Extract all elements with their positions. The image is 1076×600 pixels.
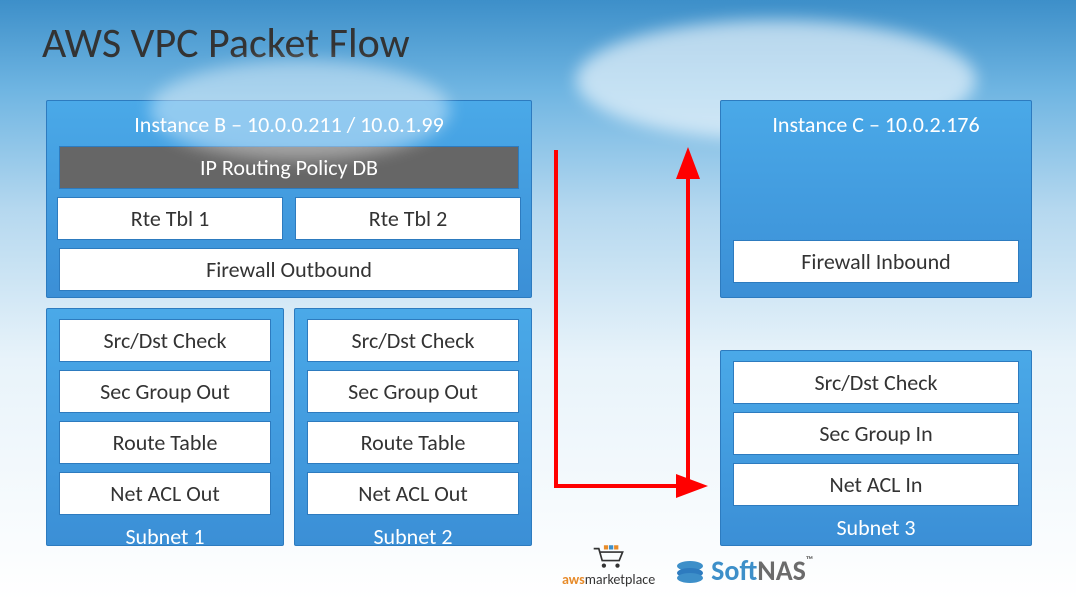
rte-tbl-1: Rte Tbl 1	[57, 197, 283, 240]
subnet1-src-dst-check: Src/Dst Check	[59, 319, 271, 362]
subnet-2-box: Src/Dst Check Sec Group Out Route Table …	[294, 308, 532, 546]
subnet3-net-acl-in: Net ACL In	[733, 463, 1019, 506]
subnet3-sec-group-in: Sec Group In	[733, 412, 1019, 455]
subnet-1-label: Subnet 1	[125, 519, 204, 550]
subnet1-net-acl-out: Net ACL Out	[59, 472, 271, 515]
subnet-1-box: Src/Dst Check Sec Group Out Route Table …	[46, 308, 284, 546]
instance-b-header: Instance B – 10.0.0.211 / 10.0.1.99	[134, 107, 443, 142]
subnet-3-box: Src/Dst Check Sec Group In Net ACL In Su…	[720, 350, 1032, 546]
instance-c-header: Instance C – 10.0.2.176	[772, 107, 979, 142]
subnet2-net-acl-out: Net ACL Out	[307, 472, 519, 515]
firewall-inbound: Firewall Inbound	[733, 240, 1019, 283]
subnet-2-label: Subnet 2	[373, 519, 452, 550]
rte-tbl-2: Rte Tbl 2	[295, 197, 521, 240]
logos-area: awsmarketplace SoftNAS™	[562, 545, 813, 588]
subnet1-route-table: Route Table	[59, 421, 271, 464]
ip-routing-policy-db: IP Routing Policy DB	[59, 146, 519, 189]
subnet2-sec-group-out: Sec Group Out	[307, 370, 519, 413]
subnet-3-label: Subnet 3	[836, 510, 915, 541]
subnet2-route-table: Route Table	[307, 421, 519, 464]
disk-icon	[675, 559, 705, 583]
subnet3-src-dst-check: Src/Dst Check	[733, 361, 1019, 404]
cart-icon	[592, 545, 626, 571]
page-title: AWS VPC Packet Flow	[42, 18, 410, 69]
instance-b-box: Instance B – 10.0.0.211 / 10.0.1.99 IP R…	[46, 100, 532, 298]
instance-c-box: Instance C – 10.0.2.176 Firewall Inbound	[720, 100, 1032, 298]
subnet1-sec-group-out: Sec Group Out	[59, 370, 271, 413]
softnas-logo: SoftNAS™	[675, 553, 813, 588]
subnet2-src-dst-check: Src/Dst Check	[307, 319, 519, 362]
aws-marketplace-logo: awsmarketplace	[562, 545, 655, 588]
aws-marketplace-text: awsmarketplace	[562, 571, 655, 588]
firewall-outbound: Firewall Outbound	[59, 248, 519, 291]
